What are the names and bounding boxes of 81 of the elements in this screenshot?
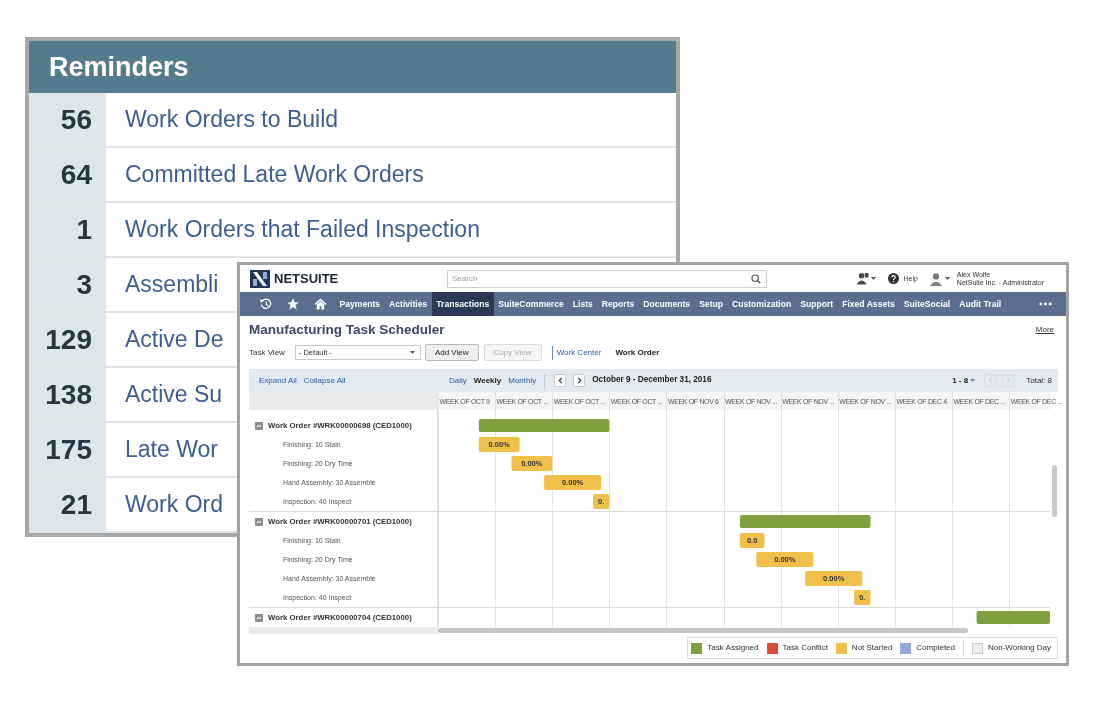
nav-tab[interactable]: Reports bbox=[597, 292, 639, 316]
reminder-link[interactable]: Work Ord bbox=[125, 491, 223, 518]
caret-icon[interactable] bbox=[409, 351, 415, 354]
caret-icon[interactable] bbox=[944, 277, 950, 280]
search-field[interactable]: Search bbox=[447, 269, 767, 288]
nav-tab[interactable]: Documents bbox=[638, 292, 695, 316]
task-bar bbox=[511, 456, 553, 471]
view-button[interactable]: Add View bbox=[424, 344, 479, 361]
caret-icon[interactable] bbox=[871, 277, 877, 280]
legend-label: Non-Working Day bbox=[988, 644, 1051, 652]
reminder-count: 3 bbox=[76, 270, 92, 299]
chevron-right-icon[interactable] bbox=[576, 377, 582, 384]
collapse-icon[interactable] bbox=[255, 613, 263, 622]
reminder-link[interactable]: Active Su bbox=[125, 381, 223, 408]
legend-label: Task Conflict bbox=[782, 644, 828, 652]
reminder-count: 129 bbox=[45, 325, 92, 354]
nav-tab[interactable]: SuiteSocial bbox=[899, 292, 955, 316]
reminder-link[interactable]: Work Orders that Failed Inspection bbox=[125, 216, 480, 243]
reminder-count: 56 bbox=[60, 105, 92, 134]
more-link[interactable]: More bbox=[1035, 324, 1054, 336]
scale-tab[interactable]: Weekly bbox=[473, 376, 502, 385]
clock-icon[interactable] bbox=[260, 298, 272, 310]
task-bar bbox=[593, 494, 610, 509]
task-bar bbox=[478, 437, 520, 452]
panel-title: Reminders bbox=[49, 53, 189, 81]
more-icon[interactable] bbox=[1039, 302, 1052, 306]
reminder-link[interactable]: Assembli bbox=[125, 271, 219, 298]
nav-tab[interactable]: Activities bbox=[384, 292, 432, 316]
task-bar bbox=[854, 590, 871, 605]
avatar-icon[interactable] bbox=[928, 271, 943, 286]
reminder-link[interactable]: Committed Late Work Orders bbox=[125, 161, 424, 188]
collapse-all-link[interactable]: Collapse All bbox=[303, 376, 346, 385]
reminder-count: 175 bbox=[45, 435, 92, 464]
logo-icon bbox=[250, 269, 270, 288]
reminder-link[interactable]: Late Wor bbox=[125, 436, 218, 463]
chevron-left-icon[interactable] bbox=[557, 377, 563, 384]
total-count: Total: 8 bbox=[1026, 374, 1052, 387]
reminder-count: 138 bbox=[45, 380, 92, 409]
home-icon[interactable] bbox=[314, 298, 327, 310]
nav-tab[interactable]: Audit Trail bbox=[954, 292, 1006, 316]
nav-tab[interactable]: Transactions bbox=[431, 292, 494, 316]
view-link[interactable]: Work Order bbox=[615, 348, 660, 357]
search-icon[interactable] bbox=[751, 273, 761, 284]
star-icon[interactable] bbox=[287, 298, 299, 310]
field-label: Task View bbox=[249, 346, 285, 359]
person-icon[interactable] bbox=[856, 272, 870, 285]
legend-label: Not Started bbox=[851, 644, 893, 652]
nav-tab[interactable]: Payments bbox=[335, 292, 385, 316]
nav-tab[interactable]: Fixed Assets bbox=[837, 292, 900, 316]
task-bar bbox=[544, 475, 602, 490]
brand-name: NETSUITE bbox=[274, 272, 339, 285]
reminder-link[interactable]: Active De bbox=[125, 326, 224, 353]
collapse-icon[interactable] bbox=[255, 421, 263, 430]
date-range: October 9 - December 31, 2016 bbox=[592, 374, 712, 387]
legend-label: Task Assigned bbox=[707, 644, 759, 652]
task-bar bbox=[756, 552, 814, 567]
nav-tab[interactable]: Support bbox=[795, 292, 838, 316]
reminder-count: 1 bbox=[76, 215, 92, 244]
scrollbar[interactable] bbox=[438, 628, 968, 633]
scale-tab[interactable]: Daily bbox=[449, 376, 467, 385]
expand-all-link[interactable]: Expand All bbox=[259, 376, 297, 385]
scale-tab[interactable]: Monthly bbox=[508, 376, 537, 385]
scrollbar[interactable] bbox=[1051, 465, 1057, 517]
reminder-count: 21 bbox=[60, 490, 92, 519]
caret-icon[interactable] bbox=[970, 379, 976, 382]
reminder-link[interactable]: Work Orders to Build bbox=[125, 106, 339, 133]
task-bar bbox=[805, 571, 863, 586]
nav-tab[interactable]: Setup bbox=[694, 292, 728, 316]
next-button[interactable] bbox=[573, 374, 586, 387]
nav-tab[interactable]: Lists bbox=[568, 292, 598, 316]
legend-label: Completed bbox=[916, 644, 955, 652]
view-link[interactable]: Work Center bbox=[556, 348, 602, 357]
previous-button[interactable] bbox=[554, 374, 567, 387]
reminder-count: 64 bbox=[60, 160, 92, 189]
nav-tab[interactable]: Customization bbox=[727, 292, 796, 316]
help-icon[interactable] bbox=[888, 273, 900, 284]
page-range-dropdown[interactable]: 1 - 8 bbox=[952, 376, 976, 385]
collapse-icon[interactable] bbox=[255, 517, 263, 526]
page-title: Manufacturing Task Scheduler bbox=[249, 323, 445, 337]
task-bar bbox=[739, 533, 765, 548]
nav-tab[interactable]: SuiteCommerce bbox=[493, 292, 569, 316]
